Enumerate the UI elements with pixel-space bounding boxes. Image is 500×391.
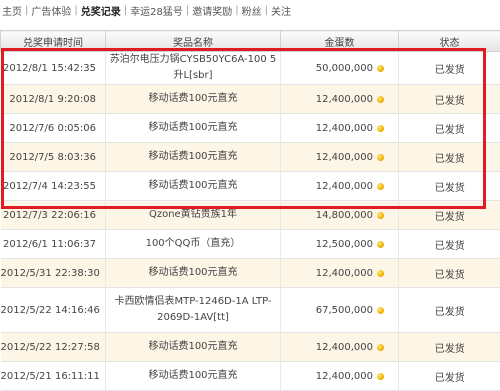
top-nav: 主页|广告体验|兑奖记录|幸运28猛号|邀请奖励|粉丝|关注: [0, 0, 500, 20]
amount-value: 12,400,000: [316, 268, 373, 279]
table-row: 2012/8/1 9:20:08移动话费100元直充 12,400,000 已发货: [1, 85, 500, 114]
table-row: 2012/7/4 14:23:55移动话费100元直充 12,400,000 已发货: [1, 172, 500, 201]
cell-amount: 12,400,000: [281, 85, 399, 114]
header-time: 兑奖申请时间: [1, 31, 106, 52]
cell-status: 已发货: [399, 143, 500, 172]
cell-time: 2012/7/6 0:05:06: [1, 114, 106, 143]
cell-time: 2012/6/1 11:06:37: [1, 230, 106, 259]
amount-value: 12,500,000: [316, 239, 373, 250]
cell-time: 2012/5/21 16:11:11: [1, 362, 106, 391]
gold-egg-coin-icon: [377, 373, 384, 380]
cell-status: 已发货: [399, 201, 500, 230]
cell-status: 已发货: [399, 230, 500, 259]
gold-egg-coin-icon: [377, 125, 384, 132]
cell-time: 2012/5/22 14:16:46: [1, 288, 106, 333]
cell-prize: 苏泊尔电压力锅CYSB50YC6A-100 5升L[sbr]: [106, 52, 281, 85]
cell-amount: 12,400,000: [281, 259, 399, 288]
amount-value: 12,400,000: [316, 342, 373, 353]
gold-egg-coin-icon: [377, 212, 384, 219]
nav-link-2[interactable]: 兑奖记录: [78, 3, 124, 18]
table-row: 2012/7/3 22:06:16Qzone黄钻贵族1年 14,800,000 已发…: [1, 201, 500, 230]
table-header-row: 兑奖申请时间 奖品名称 金蛋数 状态: [1, 31, 500, 52]
amount-value: 12,400,000: [316, 181, 373, 192]
cell-time: 2012/5/22 12:27:58: [1, 333, 106, 362]
cell-prize: Qzone黄钻贵族1年: [106, 201, 281, 230]
cell-status: 已发货: [399, 172, 500, 201]
redemption-records-table: 兑奖申请时间 奖品名称 金蛋数 状态 2012/8/1 15:42:35苏泊尔电…: [0, 30, 500, 391]
nav-link-6[interactable]: 关注: [268, 3, 294, 18]
cell-time: 2012/5/31 22:38:30: [1, 259, 106, 288]
amount-value: 14,800,000: [316, 210, 373, 221]
table-row: 2012/7/5 8:03:36移动话费100元直充 12,400,000 已发货: [1, 143, 500, 172]
amount-value: 12,400,000: [316, 371, 373, 382]
nav-link-0[interactable]: 主页: [0, 3, 25, 18]
gold-egg-coin-icon: [377, 65, 384, 72]
gold-egg-coin-icon: [377, 270, 384, 277]
cell-time: 2012/8/1 9:20:08: [1, 85, 106, 114]
cell-status: 已发货: [399, 333, 500, 362]
cell-prize: 移动话费100元直充: [106, 143, 281, 172]
table-body: 2012/8/1 15:42:35苏泊尔电压力锅CYSB50YC6A-100 5…: [1, 52, 500, 391]
cell-time: 2012/7/3 22:06:16: [1, 201, 106, 230]
table-row: 2012/5/22 12:27:58移动话费100元直充 12,400,000 已发…: [1, 333, 500, 362]
cell-prize: 移动话费100元直充: [106, 259, 281, 288]
table-row: 2012/5/21 16:11:11移动话费100元直充 12,400,000 已发…: [1, 362, 500, 391]
cell-amount: 12,500,000: [281, 230, 399, 259]
cell-status: 已发货: [399, 52, 500, 85]
cell-amount: 12,400,000: [281, 172, 399, 201]
cell-status: 已发货: [399, 288, 500, 333]
cell-time: 2012/7/5 8:03:36: [1, 143, 106, 172]
cell-status: 已发货: [399, 362, 500, 391]
header-amount: 金蛋数: [281, 31, 399, 52]
nav-link-3[interactable]: 幸运28猛号: [127, 3, 186, 18]
amount-value: 12,400,000: [316, 94, 373, 105]
cell-status: 已发货: [399, 114, 500, 143]
nav-link-4[interactable]: 邀请奖励: [189, 3, 235, 18]
cell-prize: 移动话费100元直充: [106, 85, 281, 114]
gold-egg-coin-icon: [377, 154, 384, 161]
cell-time: 2012/7/4 14:23:55: [1, 172, 106, 201]
cell-prize: 卡西欧情侣表MTP-1246D-1A LTP-2069D-1AV[tt]: [106, 288, 281, 333]
table-row: 2012/5/31 22:38:30移动话费100元直充 12,400,000 已发…: [1, 259, 500, 288]
cell-amount: 14,800,000: [281, 201, 399, 230]
cell-amount: 50,000,000: [281, 52, 399, 85]
cell-prize: 100个QQ币（直充）: [106, 230, 281, 259]
table-row: 2012/6/1 11:06:37100个QQ币（直充） 12,500,000 已发…: [1, 230, 500, 259]
cell-amount: 67,500,000: [281, 288, 399, 333]
cell-status: 已发货: [399, 259, 500, 288]
cell-amount: 12,400,000: [281, 362, 399, 391]
amount-value: 12,400,000: [316, 123, 373, 134]
gold-egg-coin-icon: [377, 96, 384, 103]
cell-prize: 移动话费100元直充: [106, 114, 281, 143]
gold-egg-coin-icon: [377, 307, 384, 314]
nav-link-5[interactable]: 粉丝: [239, 3, 265, 18]
header-status: 状态: [399, 31, 500, 52]
amount-value: 12,400,000: [316, 152, 373, 163]
cell-amount: 12,400,000: [281, 333, 399, 362]
gold-egg-coin-icon: [377, 344, 384, 351]
cell-prize: 移动话费100元直充: [106, 172, 281, 201]
nav-link-1[interactable]: 广告体验: [28, 3, 74, 18]
amount-value: 67,500,000: [316, 305, 373, 316]
amount-value: 50,000,000: [316, 63, 373, 74]
table-row: 2012/5/22 14:16:46卡西欧情侣表MTP-1246D-1A LTP…: [1, 288, 500, 333]
cell-time: 2012/8/1 15:42:35: [1, 52, 106, 85]
gold-egg-coin-icon: [377, 241, 384, 248]
gold-egg-coin-icon: [377, 183, 384, 190]
cell-prize: 移动话费100元直充: [106, 333, 281, 362]
cell-prize: 移动话费100元直充: [106, 362, 281, 391]
table-row: 2012/7/6 0:05:06移动话费100元直充 12,400,000 已发货: [1, 114, 500, 143]
header-prize: 奖品名称: [106, 31, 281, 52]
table-row: 2012/8/1 15:42:35苏泊尔电压力锅CYSB50YC6A-100 5…: [1, 52, 500, 85]
cell-status: 已发货: [399, 85, 500, 114]
cell-amount: 12,400,000: [281, 143, 399, 172]
cell-amount: 12,400,000: [281, 114, 399, 143]
